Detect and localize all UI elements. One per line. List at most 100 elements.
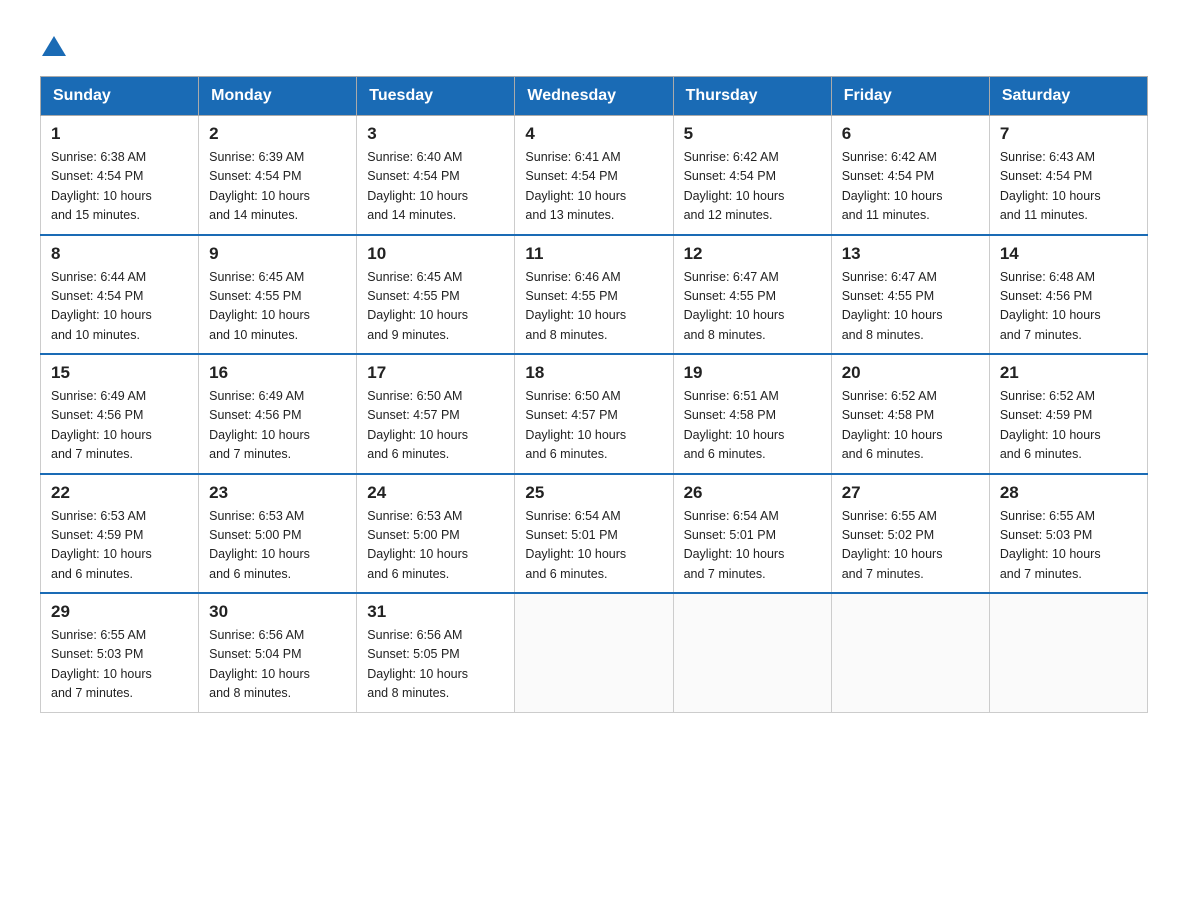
day-number: 15	[51, 363, 188, 383]
calendar-day-cell: 7 Sunrise: 6:43 AMSunset: 4:54 PMDaylight…	[989, 116, 1147, 235]
day-number: 8	[51, 244, 188, 264]
calendar-day-cell: 16Sunrise: 6:49 AMSunset: 4:56 PMDayligh…	[199, 354, 357, 474]
day-number: 19	[684, 363, 821, 383]
day-number: 17	[367, 363, 504, 383]
calendar-day-cell: 5Sunrise: 6:42 AMSunset: 4:54 PMDaylight…	[673, 116, 831, 235]
day-number: 13	[842, 244, 979, 264]
day-info: Sunrise: 6:43 AMSunset: 4:54 PMDaylight:…	[1000, 148, 1137, 226]
calendar-day-cell: 8 Sunrise: 6:44 AMSunset: 4:54 PMDaylight…	[41, 235, 199, 355]
calendar-header-saturday: Saturday	[989, 77, 1147, 116]
day-info: Sunrise: 6:54 AMSunset: 5:01 PMDaylight:…	[684, 507, 821, 585]
calendar-header-wednesday: Wednesday	[515, 77, 673, 116]
calendar-day-cell: 24 Sunrise: 6:53 AMSunset: 5:00 PMDayligh…	[357, 474, 515, 594]
day-number: 5	[684, 124, 821, 144]
calendar-day-cell: 6 Sunrise: 6:42 AMSunset: 4:54 PMDaylight…	[831, 116, 989, 235]
calendar-week-row: 29 Sunrise: 6:55 AMSunset: 5:03 PMDayligh…	[41, 593, 1148, 712]
day-number: 10	[367, 244, 504, 264]
day-info: Sunrise: 6:56 AMSunset: 5:05 PMDaylight:…	[367, 626, 504, 704]
day-number: 4	[525, 124, 662, 144]
calendar-header-row: SundayMondayTuesdayWednesdayThursdayFrid…	[41, 77, 1148, 116]
day-info: Sunrise: 6:49 AMSunset: 4:56 PMDaylight:…	[51, 387, 188, 465]
calendar-day-cell: 11 Sunrise: 6:46 AMSunset: 4:55 PMDayligh…	[515, 235, 673, 355]
calendar-day-cell: 18 Sunrise: 6:50 AMSunset: 4:57 PMDayligh…	[515, 354, 673, 474]
day-info: Sunrise: 6:52 AMSunset: 4:59 PMDaylight:…	[1000, 387, 1137, 465]
day-info: Sunrise: 6:50 AMSunset: 4:57 PMDaylight:…	[525, 387, 662, 465]
day-info: Sunrise: 6:56 AMSunset: 5:04 PMDaylight:…	[209, 626, 346, 704]
calendar-day-cell: 13 Sunrise: 6:47 AMSunset: 4:55 PMDayligh…	[831, 235, 989, 355]
day-info: Sunrise: 6:42 AMSunset: 4:54 PMDaylight:…	[842, 148, 979, 226]
calendar-day-cell: 25 Sunrise: 6:54 AMSunset: 5:01 PMDayligh…	[515, 474, 673, 594]
day-number: 22	[51, 483, 188, 503]
day-number: 3	[367, 124, 504, 144]
day-number: 11	[525, 244, 662, 264]
calendar-day-cell: 4 Sunrise: 6:41 AMSunset: 4:54 PMDaylight…	[515, 116, 673, 235]
day-info: Sunrise: 6:52 AMSunset: 4:58 PMDaylight:…	[842, 387, 979, 465]
calendar-day-cell: 15 Sunrise: 6:49 AMSunset: 4:56 PMDayligh…	[41, 354, 199, 474]
calendar-day-cell: 22 Sunrise: 6:53 AMSunset: 4:59 PMDayligh…	[41, 474, 199, 594]
calendar-day-cell: 31 Sunrise: 6:56 AMSunset: 5:05 PMDayligh…	[357, 593, 515, 712]
day-info: Sunrise: 6:47 AMSunset: 4:55 PMDaylight:…	[842, 268, 979, 346]
day-number: 26	[684, 483, 821, 503]
day-info: Sunrise: 6:46 AMSunset: 4:55 PMDaylight:…	[525, 268, 662, 346]
calendar-day-cell: 1 Sunrise: 6:38 AMSunset: 4:54 PMDaylight…	[41, 116, 199, 235]
day-info: Sunrise: 6:53 AMSunset: 5:00 PMDaylight:…	[367, 507, 504, 585]
calendar-day-cell	[989, 593, 1147, 712]
day-info: Sunrise: 6:44 AMSunset: 4:54 PMDaylight:…	[51, 268, 188, 346]
calendar-day-cell: 3 Sunrise: 6:40 AMSunset: 4:54 PMDaylight…	[357, 116, 515, 235]
calendar-day-cell: 17 Sunrise: 6:50 AMSunset: 4:57 PMDayligh…	[357, 354, 515, 474]
calendar-table: SundayMondayTuesdayWednesdayThursdayFrid…	[40, 76, 1148, 713]
calendar-week-row: 1 Sunrise: 6:38 AMSunset: 4:54 PMDaylight…	[41, 116, 1148, 235]
day-info: Sunrise: 6:39 AMSunset: 4:54 PMDaylight:…	[209, 148, 346, 226]
day-info: Sunrise: 6:40 AMSunset: 4:54 PMDaylight:…	[367, 148, 504, 226]
day-number: 1	[51, 124, 188, 144]
day-info: Sunrise: 6:54 AMSunset: 5:01 PMDaylight:…	[525, 507, 662, 585]
calendar-day-cell: 2 Sunrise: 6:39 AMSunset: 4:54 PMDaylight…	[199, 116, 357, 235]
day-info: Sunrise: 6:55 AMSunset: 5:03 PMDaylight:…	[51, 626, 188, 704]
calendar-day-cell: 10 Sunrise: 6:45 AMSunset: 4:55 PMDayligh…	[357, 235, 515, 355]
calendar-day-cell: 9 Sunrise: 6:45 AMSunset: 4:55 PMDaylight…	[199, 235, 357, 355]
calendar-header-thursday: Thursday	[673, 77, 831, 116]
calendar-week-row: 22 Sunrise: 6:53 AMSunset: 4:59 PMDayligh…	[41, 474, 1148, 594]
day-number: 18	[525, 363, 662, 383]
day-number: 28	[1000, 483, 1137, 503]
day-number: 9	[209, 244, 346, 264]
day-info: Sunrise: 6:45 AMSunset: 4:55 PMDaylight:…	[367, 268, 504, 346]
day-number: 29	[51, 602, 188, 622]
calendar-day-cell: 21 Sunrise: 6:52 AMSunset: 4:59 PMDayligh…	[989, 354, 1147, 474]
day-number: 25	[525, 483, 662, 503]
calendar-day-cell: 30Sunrise: 6:56 AMSunset: 5:04 PMDayligh…	[199, 593, 357, 712]
page-header	[40, 30, 1148, 56]
calendar-day-cell: 28 Sunrise: 6:55 AMSunset: 5:03 PMDayligh…	[989, 474, 1147, 594]
day-number: 6	[842, 124, 979, 144]
day-info: Sunrise: 6:51 AMSunset: 4:58 PMDaylight:…	[684, 387, 821, 465]
day-info: Sunrise: 6:53 AMSunset: 5:00 PMDaylight:…	[209, 507, 346, 585]
day-number: 31	[367, 602, 504, 622]
day-number: 7	[1000, 124, 1137, 144]
day-info: Sunrise: 6:47 AMSunset: 4:55 PMDaylight:…	[684, 268, 821, 346]
day-number: 2	[209, 124, 346, 144]
calendar-day-cell	[673, 593, 831, 712]
day-number: 24	[367, 483, 504, 503]
day-info: Sunrise: 6:45 AMSunset: 4:55 PMDaylight:…	[209, 268, 346, 346]
day-info: Sunrise: 6:55 AMSunset: 5:03 PMDaylight:…	[1000, 507, 1137, 585]
day-info: Sunrise: 6:50 AMSunset: 4:57 PMDaylight:…	[367, 387, 504, 465]
calendar-day-cell	[831, 593, 989, 712]
calendar-day-cell: 26 Sunrise: 6:54 AMSunset: 5:01 PMDayligh…	[673, 474, 831, 594]
day-number: 21	[1000, 363, 1137, 383]
calendar-header-monday: Monday	[199, 77, 357, 116]
calendar-week-row: 8 Sunrise: 6:44 AMSunset: 4:54 PMDaylight…	[41, 235, 1148, 355]
calendar-header-friday: Friday	[831, 77, 989, 116]
calendar-week-row: 15 Sunrise: 6:49 AMSunset: 4:56 PMDayligh…	[41, 354, 1148, 474]
calendar-header-sunday: Sunday	[41, 77, 199, 116]
logo	[40, 30, 66, 56]
calendar-day-cell: 14Sunrise: 6:48 AMSunset: 4:56 PMDayligh…	[989, 235, 1147, 355]
day-info: Sunrise: 6:38 AMSunset: 4:54 PMDaylight:…	[51, 148, 188, 226]
day-info: Sunrise: 6:41 AMSunset: 4:54 PMDaylight:…	[525, 148, 662, 226]
day-number: 16	[209, 363, 346, 383]
calendar-day-cell	[515, 593, 673, 712]
day-info: Sunrise: 6:53 AMSunset: 4:59 PMDaylight:…	[51, 507, 188, 585]
calendar-day-cell: 23Sunrise: 6:53 AMSunset: 5:00 PMDayligh…	[199, 474, 357, 594]
day-number: 20	[842, 363, 979, 383]
day-number: 27	[842, 483, 979, 503]
day-number: 14	[1000, 244, 1137, 264]
